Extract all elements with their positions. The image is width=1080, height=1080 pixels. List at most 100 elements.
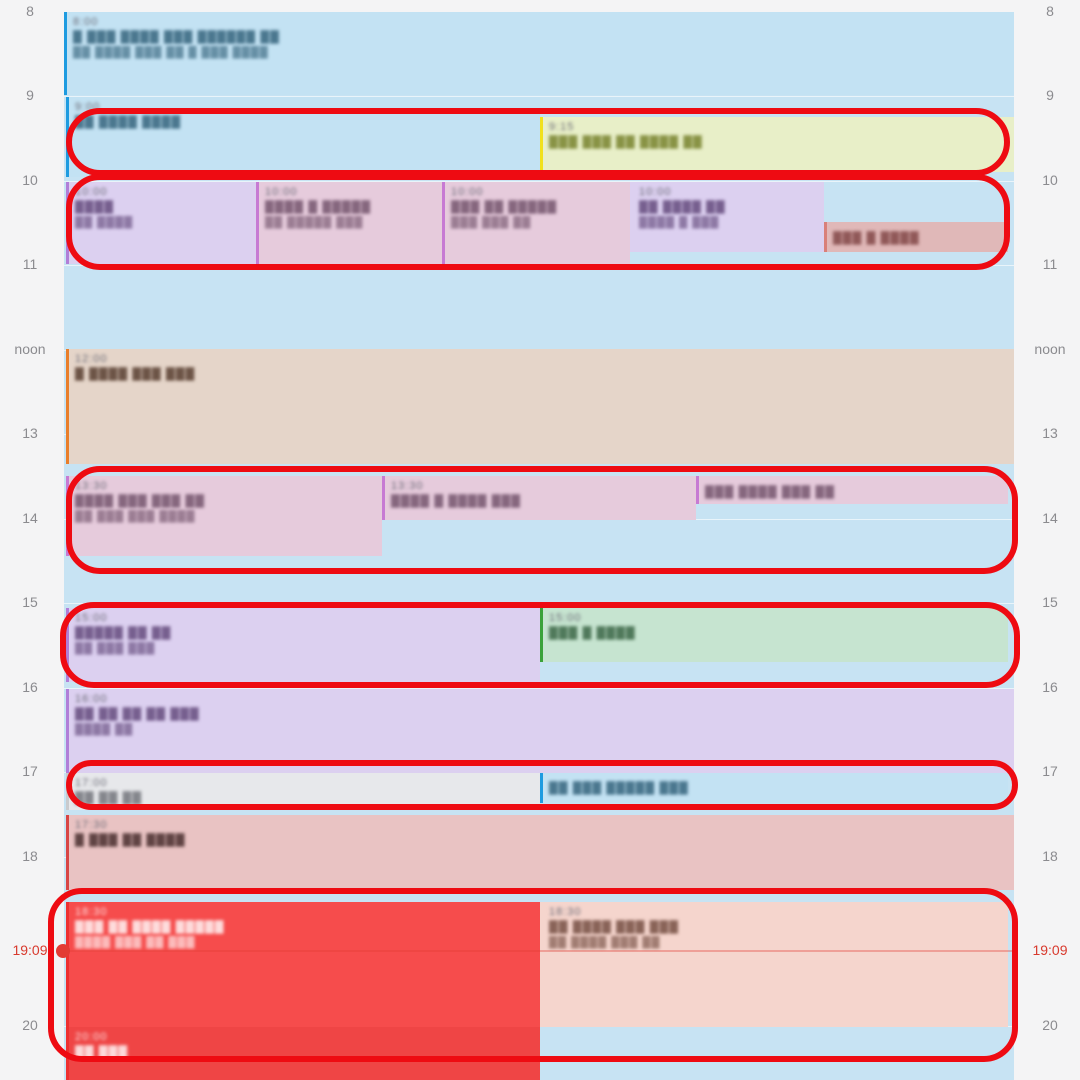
hour-label-14-right: 14 — [1042, 510, 1058, 526]
event-time: 15:00 — [75, 612, 108, 624]
current-time-label-right: 19:09 — [1032, 942, 1068, 958]
hour-label-13-right: 13 — [1042, 425, 1058, 441]
event-title: ▓▓▓ ▓▓▓ ▓▓ ▓▓▓▓ ▓▓ — [549, 134, 703, 148]
event-title: ▓ ▓▓▓▓ ▓▓▓ ▓▓▓ — [75, 366, 196, 380]
calendar-event[interactable]: 15:00 ▓▓▓▓▓ ▓▓ ▓▓ ▓▓ ▓▓▓ ▓▓▓ — [66, 608, 540, 682]
event-time: 18:30 — [75, 906, 108, 918]
hour-label-9: 9 — [26, 87, 34, 103]
event-time: 8:00 — [73, 16, 99, 28]
hour-label-18: 18 — [22, 848, 38, 864]
event-time: 12:00 — [75, 353, 108, 365]
event-title: ▓▓▓▓▓ ▓▓ ▓▓ — [75, 625, 172, 639]
event-note: ▓▓▓▓ ▓ ▓▓▓ — [639, 216, 720, 228]
hour-label-11: 11 — [22, 256, 38, 272]
calendar-event[interactable]: 16:00 ▓▓ ▓▓ ▓▓ ▓▓ ▓▓▓ ▓▓▓▓ ▓▓ — [66, 689, 1014, 773]
event-title: ▓▓▓ ▓ ▓▓▓▓ — [833, 230, 920, 244]
event-time: 15:00 — [549, 612, 582, 624]
event-note: ▓▓ ▓▓▓▓▓ ▓▓▓ — [265, 216, 364, 228]
event-title: ▓▓ ▓▓ ▓▓ — [75, 790, 143, 804]
hour-label-8-right: 8 — [1046, 3, 1054, 19]
event-note: ▓▓▓▓ ▓▓▓ ▓▓ ▓▓▓ — [75, 936, 196, 948]
event-title: ▓▓▓▓ ▓▓▓ ▓▓▓ ▓▓ — [75, 493, 205, 507]
hour-label-8: 8 — [26, 3, 34, 19]
calendar-event[interactable]: 10:00 ▓▓▓▓ ▓ ▓▓▓▓▓ ▓▓ ▓▓▓▓▓ ▓▓▓ — [256, 182, 442, 264]
hour-label-15: 15 — [22, 594, 38, 610]
calendar-event[interactable]: 18:30 ▓▓ ▓▓▓▓ ▓▓▓ ▓▓▓ ▓▓ ▓▓▓▓ ▓▓▓ ▓▓ — [540, 902, 1008, 1027]
calendar-event[interactable]: ▓▓▓ ▓ ▓▓▓▓ — [824, 222, 1008, 252]
calendar-event[interactable]: 13:30 ▓▓▓▓ ▓▓▓ ▓▓▓ ▓▓ ▓▓ ▓▓▓ ▓▓▓ ▓▓▓▓ — [66, 476, 382, 556]
event-time: 10:00 — [639, 186, 672, 198]
calendar-event[interactable]: 13:30 ▓▓▓▓ ▓ ▓▓▓▓ ▓▓▓ — [382, 476, 696, 520]
event-time: 17:00 — [75, 777, 108, 789]
calendar-event[interactable]: 10:00 ▓▓ ▓▓▓▓ ▓▓ ▓▓▓▓ ▓ ▓▓▓ — [630, 182, 824, 252]
calendar-event[interactable]: 17:30 ▓ ▓▓▓ ▓▓ ▓▓▓▓ — [66, 815, 1014, 890]
event-title: ▓▓▓ ▓▓▓▓ ▓▓▓ ▓▓ — [705, 484, 835, 498]
event-time: 10:00 — [451, 186, 484, 198]
event-time: 16:00 — [75, 693, 108, 705]
calendar-event[interactable]: ▓▓ ▓▓▓ ▓▓▓▓▓ ▓▓▓ — [540, 773, 1008, 803]
hour-label-14: 14 — [22, 510, 38, 526]
event-title: ▓▓ ▓▓▓ ▓▓▓▓▓ ▓▓▓ — [549, 780, 689, 794]
event-note: ▓▓▓ ▓▓▓ ▓▓ — [451, 216, 532, 228]
calendar-event[interactable]: ▓▓▓ ▓▓▓▓ ▓▓▓ ▓▓ — [696, 476, 1008, 504]
calendar-event[interactable]: 18:30 ▓▓▓ ▓▓ ▓▓▓▓ ▓▓▓▓▓ ▓▓▓▓ ▓▓▓ ▓▓ ▓▓▓ — [66, 902, 540, 1027]
hour-label-11-right: 11 — [1042, 256, 1058, 272]
event-title: ▓▓▓▓ — [75, 199, 114, 213]
hour-label-20-right: 20 — [1042, 1017, 1058, 1033]
event-title: ▓▓▓ ▓ ▓▓▓▓ — [549, 625, 636, 639]
current-time-line — [64, 950, 1014, 952]
event-title: ▓▓ ▓▓▓▓ ▓▓▓ ▓▓▓ — [549, 919, 679, 933]
hour-label-9-right: 9 — [1046, 87, 1054, 103]
event-time: 20:00 — [75, 1031, 108, 1043]
calendar-event[interactable]: 10:00 ▓▓▓▓ ▓▓ ▓▓▓▓ — [66, 182, 256, 264]
event-title: ▓▓▓▓ ▓ ▓▓▓▓ ▓▓▓ — [391, 493, 521, 507]
current-time-dot — [56, 944, 70, 958]
event-title: ▓▓ ▓▓▓▓ ▓▓ — [639, 199, 726, 213]
event-note: ▓▓ ▓▓▓ ▓▓▓ ▓▓▓▓ — [75, 510, 196, 522]
calendar-event[interactable]: 9:00 ▓▓ ▓▓▓▓ ▓▓▓▓ — [66, 97, 540, 177]
event-time: 18:30 — [549, 906, 582, 918]
calendar-event[interactable]: 20:00 ▓▓ ▓▓▓ — [66, 1027, 540, 1080]
calendar-event[interactable]: 12:00 ▓ ▓▓▓▓ ▓▓▓ ▓▓▓ — [66, 349, 1014, 464]
hour-label-15-right: 15 — [1042, 594, 1058, 610]
hour-label-10: 10 — [22, 172, 38, 188]
event-time: 13:30 — [75, 480, 108, 492]
event-time: 9:00 — [75, 101, 101, 113]
calendar-event[interactable]: 15:00 ▓▓▓ ▓ ▓▓▓▓ — [540, 608, 1008, 662]
event-note: ▓▓▓▓ ▓▓ — [75, 723, 134, 735]
hour-gridline — [64, 265, 1014, 266]
current-time-label: 19:09 — [12, 942, 48, 958]
hour-label-10-right: 10 — [1042, 172, 1058, 188]
calendar-event[interactable]: 17:00 ▓▓ ▓▓ ▓▓ — [66, 773, 540, 810]
hour-label-17-right: 17 — [1042, 763, 1058, 779]
calendar-event[interactable]: 10:00 ▓▓▓ ▓▓ ▓▓▓▓▓ ▓▓▓ ▓▓▓ ▓▓ — [442, 182, 630, 264]
event-title: ▓▓ ▓▓▓ — [75, 1044, 129, 1058]
hour-label-17: 17 — [22, 763, 38, 779]
event-title: ▓▓▓ ▓▓ ▓▓▓▓▓ — [451, 199, 558, 213]
hour-label-noon-right: noon — [1034, 341, 1066, 357]
hour-label-18-right: 18 — [1042, 848, 1058, 864]
event-time: 10:00 — [265, 186, 298, 198]
event-note: ▓▓ ▓▓▓▓ ▓▓▓ ▓▓ ▓ ▓▓▓ ▓▓▓▓ — [73, 46, 269, 58]
event-time: 13:30 — [391, 480, 424, 492]
calendar-event[interactable]: 9:15 ▓▓▓ ▓▓▓ ▓▓ ▓▓▓▓ ▓▓ — [540, 117, 1014, 172]
event-time: 17:30 — [75, 819, 108, 831]
event-time: 10:00 — [75, 186, 108, 198]
event-note: ▓▓ ▓▓▓▓ — [75, 216, 134, 228]
hour-label-16: 16 — [22, 679, 38, 695]
event-title: ▓▓ ▓▓ ▓▓ ▓▓ ▓▓▓ — [75, 706, 200, 720]
event-time: 9:15 — [549, 121, 575, 133]
hour-label-20: 20 — [22, 1017, 38, 1033]
event-note: ▓▓ ▓▓▓▓ ▓▓▓ ▓▓ — [549, 936, 661, 948]
event-title: ▓▓ ▓▓▓▓ ▓▓▓▓ — [75, 114, 182, 128]
hour-gridline — [64, 603, 1014, 604]
event-title: ▓▓▓ ▓▓ ▓▓▓▓ ▓▓▓▓▓ — [75, 919, 225, 933]
event-title: ▓ ▓▓▓ ▓▓▓▓ ▓▓▓ ▓▓▓▓▓▓ ▓▓ — [73, 29, 280, 43]
event-note: ▓▓ ▓▓▓ ▓▓▓ — [75, 642, 156, 654]
event-title: ▓▓▓▓ ▓ ▓▓▓▓▓ — [265, 199, 372, 213]
hour-label-noon: noon — [14, 341, 46, 357]
hour-label-16-right: 16 — [1042, 679, 1058, 695]
hour-label-13: 13 — [22, 425, 38, 441]
calendar-event[interactable]: 8:00 ▓ ▓▓▓ ▓▓▓▓ ▓▓▓ ▓▓▓▓▓▓ ▓▓ ▓▓ ▓▓▓▓ ▓▓… — [64, 12, 1014, 95]
event-title: ▓ ▓▓▓ ▓▓ ▓▓▓▓ — [75, 832, 186, 846]
